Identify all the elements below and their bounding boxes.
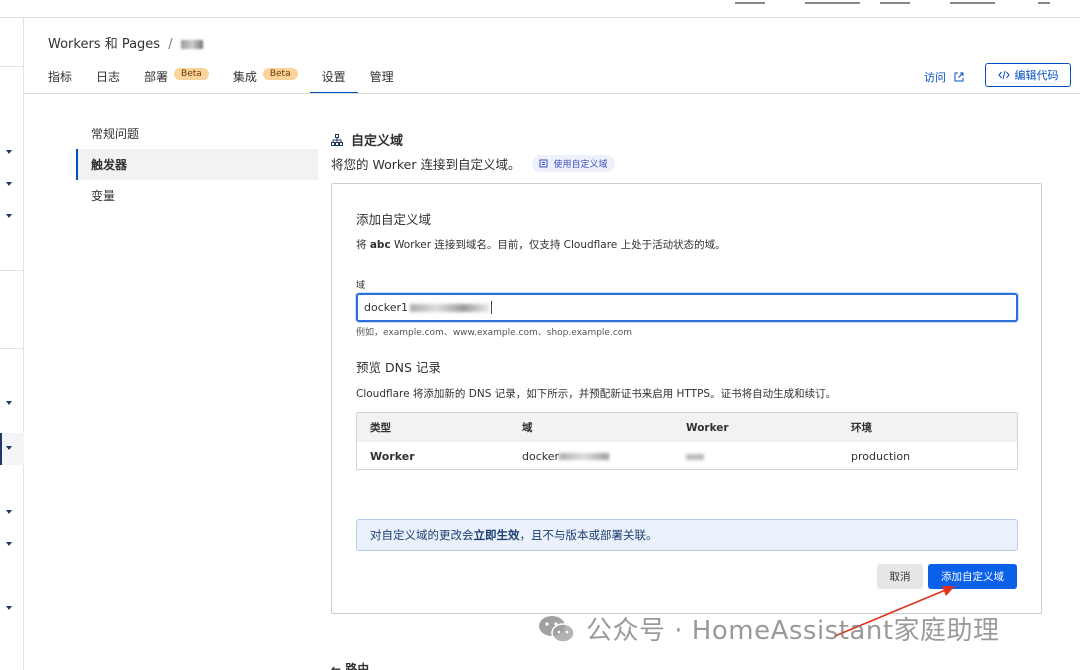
tab-logs[interactable]: 日志 <box>96 64 120 94</box>
chevron-down-icon[interactable] <box>6 510 12 514</box>
redacted-text <box>686 453 704 460</box>
beta-badge: Beta <box>262 68 298 80</box>
menu-item-triggers[interactable]: 触发器 <box>76 149 318 180</box>
column-header: 类型 <box>370 422 391 434</box>
info-notice: 对自定义域的更改会 立即生效 ，且不与版本或部署关联。 <box>356 519 1018 551</box>
column-header: 域 <box>522 422 533 434</box>
dns-preview-description: Cloudflare 将添加新的 DNS 记录，如下所示，并预配新证书来启用 H… <box>356 388 837 400</box>
breadcrumb-root[interactable]: Workers 和 Pages <box>48 37 160 52</box>
docs-pill-label: 使用自定义域 <box>553 160 608 170</box>
table-row: Worker docker production <box>357 442 1017 470</box>
menu-item-variables[interactable]: 变量 <box>76 180 318 211</box>
section-description-text: 将您的 Worker 连接到自定义域。 <box>331 157 521 172</box>
tab-label: 设置 <box>321 70 346 84</box>
worker-name: abc <box>369 239 391 251</box>
column-header: Worker <box>686 421 729 434</box>
sidebar-divider <box>0 270 24 271</box>
cell-domain-text: docker <box>522 449 560 463</box>
sitemap-icon <box>331 133 343 146</box>
tab-manage[interactable]: 管理 <box>370 64 394 94</box>
top-bar-item[interactable] <box>880 0 910 4</box>
column-header: 环境 <box>851 422 872 434</box>
edit-code-label: 编辑代码 <box>1014 69 1059 82</box>
watermark: 公众号 · HomeAssistant家庭助理 <box>538 610 1000 647</box>
text-cursor <box>491 301 493 314</box>
menu-item-label: 变量 <box>91 189 116 203</box>
tab-deployments[interactable]: 部署 Beta <box>144 64 209 94</box>
section-description: 将您的 Worker 连接到自定义域。 使用自定义域 <box>331 154 615 173</box>
table-header: 类型 域 Worker 环境 <box>357 413 1017 442</box>
section-title-text: 自定义域 <box>351 134 404 149</box>
cell-worker <box>686 450 851 463</box>
chevron-down-icon[interactable] <box>6 542 12 546</box>
chevron-down-icon[interactable] <box>6 182 12 186</box>
chevron-down-icon[interactable] <box>6 401 12 405</box>
back-link[interactable]: ← 路由 <box>331 660 369 670</box>
menu-item-label: 常规问题 <box>91 127 140 141</box>
chevron-down-icon[interactable] <box>6 214 12 218</box>
document-icon <box>539 159 548 168</box>
notice-bold: 立即生效 <box>473 528 520 542</box>
top-bar-item[interactable] <box>1038 0 1050 4</box>
tab-label: 指标 <box>48 70 73 84</box>
breadcrumb: Workers 和 Pages / <box>48 33 203 52</box>
breadcrumb-current-redacted <box>180 40 203 49</box>
sidebar-item-active[interactable] <box>0 433 24 465</box>
cancel-button[interactable]: 取消 <box>877 564 923 589</box>
notice-suffix: ，且不与版本或部署关联。 <box>519 528 658 542</box>
notice-prefix: 对自定义域的更改会 <box>370 528 474 542</box>
visit-label: 访问 <box>924 71 946 84</box>
watermark-text: 公众号 · HomeAssistant家庭助理 <box>586 616 1000 646</box>
domain-hint: 例如，example.com、www.example.com、shop.exam… <box>356 328 633 338</box>
tab-settings[interactable]: 设置 <box>309 64 358 94</box>
menu-item-general[interactable]: 常规问题 <box>76 118 318 149</box>
menu-item-label: 触发器 <box>91 158 128 172</box>
sidebar-divider <box>0 348 24 349</box>
left-sidebar <box>0 18 24 670</box>
breadcrumb-separator: / <box>168 37 173 52</box>
external-link-icon <box>954 72 963 82</box>
tab-label: 日志 <box>96 70 121 84</box>
docs-pill-link[interactable]: 使用自定义域 <box>532 155 615 172</box>
tab-label: 集成 <box>232 70 257 84</box>
code-icon <box>997 70 1010 80</box>
cell-environment: production <box>851 449 911 463</box>
domain-input[interactable]: docker1 <box>356 293 1018 322</box>
domain-input-value: docker1 <box>364 301 409 314</box>
chevron-down-icon[interactable] <box>6 606 12 610</box>
edit-code-button[interactable]: 编辑代码 <box>985 63 1071 87</box>
tab-metrics[interactable]: 指标 <box>48 64 72 94</box>
chevron-down-icon[interactable] <box>6 446 12 450</box>
tab-integrations[interactable]: 集成 Beta <box>233 64 298 94</box>
card-title: 添加自定义域 <box>356 212 432 227</box>
add-custom-domain-card: 添加自定义域 将 abc Worker 连接到域名。目前，仅支持 Cloudfl… <box>331 183 1042 614</box>
top-bar-item[interactable] <box>735 0 765 4</box>
tab-bar: 指标 日志 部署 Beta 集成 Beta 设置 管理 <box>48 64 418 94</box>
card-description: 将 abc Worker 连接到域名。目前，仅支持 Cloudflare 上处于… <box>356 237 726 252</box>
redacted-text <box>559 453 610 460</box>
tab-label: 部署 <box>144 70 169 84</box>
card-desc-prefix: 将 <box>356 239 367 251</box>
dns-preview-title: 预览 DNS 记录 <box>356 360 441 375</box>
cell-type: Worker <box>370 449 415 463</box>
top-bar <box>0 0 1080 18</box>
top-bar-item[interactable] <box>805 0 860 4</box>
header-divider <box>24 93 1080 94</box>
add-custom-domain-button[interactable]: 添加自定义域 <box>928 564 1017 589</box>
top-bar-item[interactable] <box>950 0 995 4</box>
settings-menu: 常规问题 触发器 变量 <box>76 118 318 211</box>
redacted-text <box>410 303 491 312</box>
card-desc-suffix: Worker 连接到域名。目前，仅支持 Cloudflare 上处于活动状态的域… <box>394 239 726 251</box>
domain-field-label: 域 <box>356 281 366 291</box>
cell-domain: docker <box>522 450 686 463</box>
dns-preview-table: 类型 域 Worker 环境 Worker docker production <box>356 412 1018 470</box>
wechat-logo-icon <box>539 615 575 643</box>
section-title: 自定义域 <box>331 130 403 149</box>
beta-badge: Beta <box>174 68 209 80</box>
visit-link[interactable]: 访问 <box>924 69 964 85</box>
tab-label: 管理 <box>369 70 394 84</box>
sidebar-divider <box>0 66 24 67</box>
chevron-down-icon[interactable] <box>6 150 12 154</box>
